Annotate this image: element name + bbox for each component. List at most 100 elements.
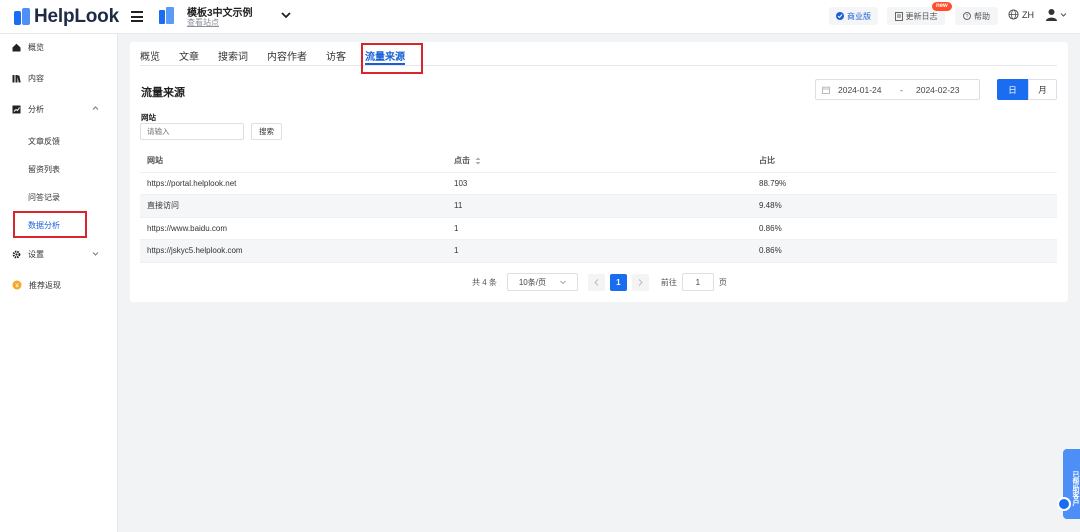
tab-content-authors[interactable]: 内容作者 [267, 48, 307, 63]
table-row: https://www.baidu.com 1 0.86% [140, 218, 1057, 240]
chevron-left-icon [594, 278, 599, 286]
business-plan-label: 商业版 [847, 11, 871, 21]
date-start[interactable]: 2024-01-24 [838, 85, 900, 95]
sidebar-item-label: 内容 [28, 73, 44, 83]
chevron-right-icon [638, 278, 643, 286]
sidebar-item-label: 概览 [28, 42, 44, 52]
svg-text:?: ? [966, 14, 969, 20]
highlight-box [13, 211, 87, 238]
column-header-clicks-label: 点击 [454, 156, 470, 166]
website-search-input[interactable] [140, 123, 244, 140]
goto-page-input[interactable]: 1 [681, 273, 714, 291]
cell-site: 直接访问 [147, 201, 179, 211]
page-number-current[interactable]: 1 [609, 273, 627, 291]
traffic-sources-table: 网站 点击 占比 https://portal.helplook.net 103… [140, 150, 1057, 263]
sidebar-subitem-qa-records[interactable]: 问答记录 [28, 192, 60, 203]
period-month-button[interactable]: 月 [1028, 79, 1057, 100]
cell-site: https://jskyc5.helplook.com [147, 246, 243, 256]
cell-clicks: 1 [454, 223, 459, 233]
sidebar-item-settings[interactable]: 设置 [12, 246, 107, 262]
tabs-divider [140, 65, 1057, 66]
column-header-clicks[interactable]: 点击 [447, 155, 753, 166]
filter-label: 网站 [141, 113, 156, 122]
sidebar-subitem-leads-list[interactable]: 留资列表 [28, 164, 60, 175]
cell-ratio: 0.86% [759, 223, 782, 233]
tab-overview[interactable]: 概览 [140, 48, 160, 63]
date-end[interactable]: 2024-02-23 [916, 85, 959, 95]
page-unit-label: 页 [718, 277, 727, 287]
chevron-down-icon [560, 280, 566, 285]
page-size-value: 10条/页 [518, 277, 546, 287]
helplook-logo-icon [14, 8, 30, 26]
sort-icon[interactable] [475, 157, 481, 165]
cell-clicks: 1 [454, 246, 459, 256]
table-row: https://portal.helplook.net 103 88.79% [140, 173, 1057, 195]
sidebar-item-overview[interactable]: 概览 [12, 39, 107, 55]
goto-label: 前往 [660, 277, 677, 287]
chevron-up-icon [92, 106, 99, 110]
chat-bubble-icon[interactable] [1057, 497, 1071, 511]
language-label: ZH [1022, 9, 1034, 20]
next-page-button[interactable] [631, 273, 649, 291]
sidebar-item-label: 分析 [28, 104, 44, 114]
section-title: 流量来源 [141, 87, 185, 99]
sidebar-item-label: 设置 [28, 249, 44, 259]
sidebar-item-analytics[interactable]: 分析 [12, 101, 107, 117]
svg-text:¥: ¥ [15, 283, 19, 290]
cell-ratio: 88.79% [759, 178, 787, 188]
library-icon [12, 74, 21, 83]
sidebar-item-content[interactable]: 内容 [12, 70, 107, 86]
sidebar-item-label: 推荐返现 [29, 280, 61, 290]
new-badge: new [932, 2, 952, 11]
pagination-total: 共 4 条 [472, 277, 497, 287]
menu-toggle-icon[interactable] [131, 11, 143, 22]
business-plan-button[interactable]: 商业版 [829, 7, 878, 25]
pagination: 共 4 条 10条/页 1 前往 1 页 [472, 273, 727, 291]
sidebar-subitem-article-feedback[interactable]: 文章反馈 [28, 136, 60, 147]
column-header-site: 网站 [147, 156, 163, 166]
cell-site: https://portal.helplook.net [147, 178, 237, 188]
document-icon [894, 11, 903, 21]
column-header-ratio: 占比 [759, 156, 775, 166]
cell-clicks: 103 [454, 178, 468, 188]
help-label: 帮助 [974, 11, 990, 21]
home-icon [12, 43, 21, 51]
view-site-link[interactable]: 查看站点 [187, 17, 219, 28]
help-button[interactable]: ? 帮助 [955, 7, 998, 25]
period-day-button[interactable]: 日 [997, 79, 1028, 100]
calendar-icon [822, 86, 830, 94]
chevron-down-icon[interactable] [280, 9, 292, 21]
date-separator: - [900, 84, 903, 95]
user-menu[interactable] [1045, 8, 1067, 21]
coin-icon: ¥ [12, 280, 22, 290]
user-icon [1046, 9, 1057, 21]
cell-clicks: 11 [454, 201, 463, 211]
table-header: 网站 点击 占比 [140, 150, 1057, 173]
cell-ratio: 9.48% [759, 201, 782, 211]
page-size-select[interactable]: 10条/页 [506, 273, 578, 291]
chart-icon [12, 105, 21, 113]
table-row: 直接访问 11 9.48% [140, 195, 1057, 218]
highlight-box [361, 43, 423, 74]
search-button[interactable]: 搜索 [251, 123, 282, 140]
prev-page-button[interactable] [587, 273, 605, 291]
top-bar: HelpLook 模板3中文示例 查看站点 商业版 更新日志 new ? 帮助 … [0, 0, 1080, 34]
chevron-down-icon [92, 252, 99, 256]
tab-visitors[interactable]: 访客 [326, 48, 346, 63]
tab-articles[interactable]: 文章 [179, 48, 199, 63]
table-row: https://jskyc5.helplook.com 1 0.86% [140, 240, 1057, 263]
helplook-logo[interactable]: HelpLook [14, 6, 119, 28]
cell-site: https://www.baidu.com [147, 223, 228, 233]
site-book-icon [158, 6, 176, 26]
globe-icon [1008, 9, 1019, 20]
check-circle-icon [836, 12, 844, 20]
question-icon: ? [963, 12, 971, 20]
sidebar-item-referral[interactable]: ¥ 推荐返现 [12, 277, 107, 293]
tab-search-terms[interactable]: 搜索词 [218, 48, 248, 63]
date-range-picker[interactable]: 2024-01-24 - 2024-02-23 [815, 79, 980, 100]
chevron-down-icon [1060, 13, 1067, 17]
logo-text: HelpLook [34, 6, 119, 27]
changelog-label: 更新日志 [905, 11, 938, 21]
language-switcher[interactable]: ZH [1008, 9, 1034, 20]
gear-icon [12, 250, 21, 258]
